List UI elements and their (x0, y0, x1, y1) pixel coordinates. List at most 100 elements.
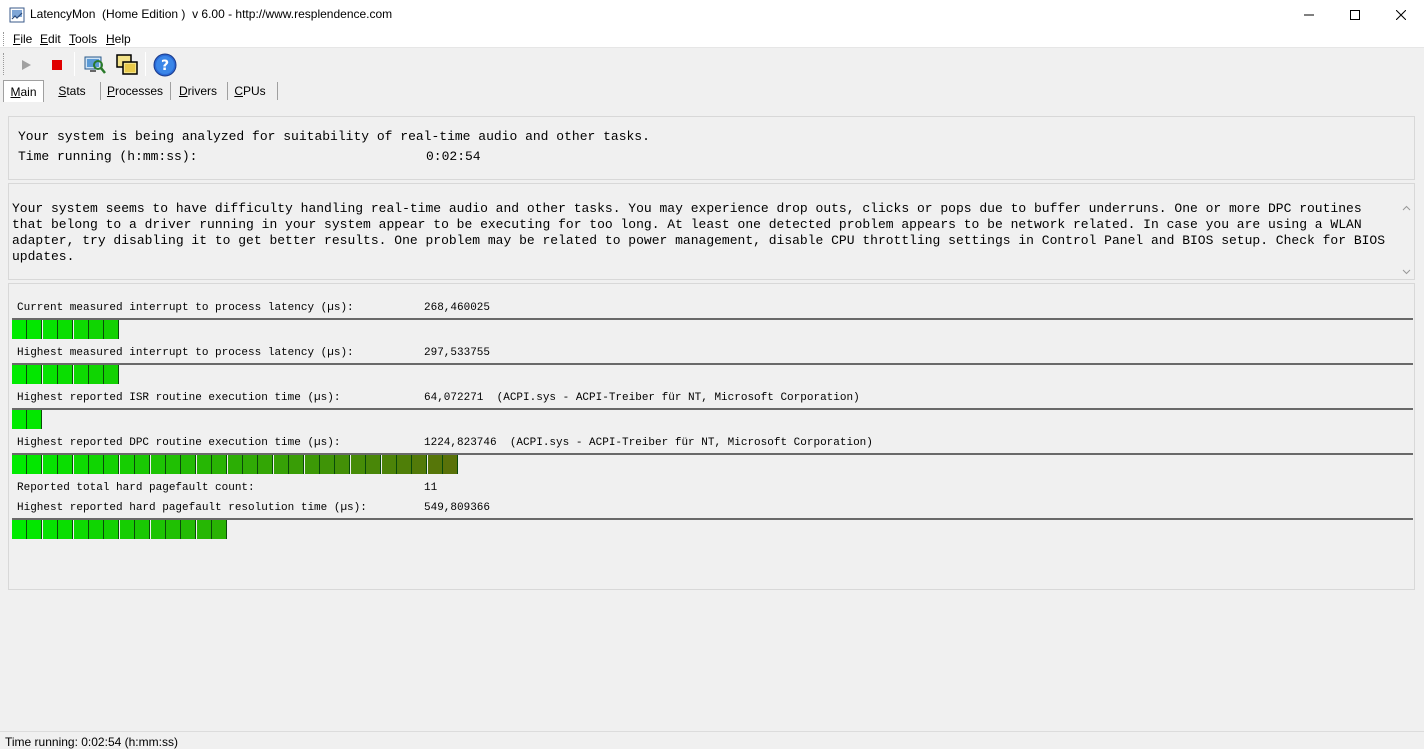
bar-segment (89, 320, 104, 339)
bar-segment (27, 410, 43, 429)
bar-segment (412, 455, 428, 474)
scroll-up-icon[interactable] (1402, 204, 1411, 213)
minimize-icon (1304, 14, 1314, 15)
metric-label: Highest reported hard pagefault resoluti… (17, 502, 367, 514)
latency-bar (12, 453, 1413, 474)
help-icon: ? (153, 53, 177, 77)
status-bar-text: Time running: 0:02:54 (h:mm:ss) (5, 735, 178, 749)
maximize-icon (1350, 9, 1360, 20)
verdict-panel: Your system seems to have difficulty han… (8, 183, 1415, 280)
menu-help[interactable]: Help (106, 32, 131, 46)
close-icon (1396, 9, 1406, 20)
bar-segment (104, 320, 120, 339)
verdict-text: Your system seems to have difficulty han… (12, 201, 1386, 264)
toolbar: ? (0, 49, 1424, 79)
status-bar: Time running: 0:02:54 (h:mm:ss) (0, 731, 1424, 749)
bar-segment (104, 520, 120, 539)
bar-segment (73, 520, 89, 539)
start-button[interactable] (13, 52, 39, 78)
scroll-down-icon[interactable] (1402, 267, 1411, 276)
windows-icon (116, 54, 138, 75)
bar-segment (73, 455, 89, 474)
bar-segment (335, 455, 351, 474)
bar-segment (304, 455, 320, 474)
metric-label: Highest reported ISR routine execution t… (17, 392, 341, 404)
bar-segment (73, 365, 89, 384)
bar-segment (212, 520, 228, 539)
bar-segment (320, 455, 335, 474)
bar-segment (273, 455, 289, 474)
stop-button[interactable] (44, 52, 70, 78)
metric-label: Highest measured interrupt to process la… (17, 347, 354, 359)
analyze-button[interactable] (81, 52, 107, 78)
analyze-icon (84, 56, 106, 74)
tab-bar: Main Stats Processes Drivers CPUs (0, 80, 1424, 102)
metric-value: 549,809366 (424, 502, 491, 514)
tab-cpus[interactable]: CPUs (230, 80, 270, 101)
metric-value: 1224,823746 (ACPI.sys - ACPI-Treiber für… (424, 437, 873, 449)
bar-segment (58, 365, 74, 384)
bar-segment (42, 365, 58, 384)
bar-segment (89, 365, 104, 384)
metric-label: Reported total hard pagefault count: (17, 482, 255, 494)
bar-segment (196, 455, 212, 474)
bar-segment (58, 455, 74, 474)
tab-separator (227, 82, 228, 100)
svg-text:?: ? (161, 58, 169, 74)
close-button[interactable] (1378, 0, 1424, 29)
bar-segment (166, 520, 181, 539)
bar-segment (150, 455, 166, 474)
metric-value: 297,533755 (424, 347, 491, 359)
bar-segment (42, 455, 58, 474)
bar-segment (181, 455, 197, 474)
latency-bar (12, 318, 1413, 339)
latency-bar (12, 518, 1413, 539)
bar-segment (397, 455, 412, 474)
bar-segment (12, 455, 27, 474)
app-icon (9, 7, 25, 23)
title-bar: LatencyMon (Home Edition ) v 6.00 - http… (0, 0, 1424, 29)
bar-segment (119, 520, 135, 539)
bar-segment (135, 520, 151, 539)
bar-fill (12, 410, 43, 429)
bar-fill (12, 320, 120, 339)
latency-bar (12, 363, 1413, 384)
metric-value: 268,460025 (424, 302, 491, 314)
menu-edit[interactable]: Edit (40, 32, 61, 46)
time-running-label: Time running (h:mm:ss): (18, 149, 198, 164)
bar-segment (27, 455, 43, 474)
bar-segment (443, 455, 459, 474)
bar-segment (196, 520, 212, 539)
bar-segment (42, 320, 58, 339)
menu-grip (3, 32, 5, 46)
minimize-button[interactable] (1286, 0, 1332, 29)
bar-fill (12, 365, 120, 384)
tab-main[interactable]: Main (3, 80, 44, 102)
menu-tools[interactable]: Tools (69, 32, 97, 46)
metrics-panel: Current measured interrupt to process la… (8, 283, 1415, 590)
maximize-button[interactable] (1332, 0, 1378, 29)
bar-segment (119, 455, 135, 474)
toolbar-separator (145, 52, 146, 76)
analysis-status-panel: Your system is being analyzed for suitab… (8, 116, 1415, 180)
tab-stats[interactable]: Stats (50, 80, 94, 101)
bar-segment (73, 320, 89, 339)
tab-drivers[interactable]: Drivers (173, 80, 223, 101)
bar-segment (104, 365, 120, 384)
windows-button[interactable] (114, 52, 140, 78)
bar-segment (289, 455, 305, 474)
metric-label: Current measured interrupt to process la… (17, 302, 354, 314)
tab-processes[interactable]: Processes (103, 80, 167, 101)
bar-segment (258, 455, 274, 474)
tab-separator (100, 82, 101, 100)
bar-segment (381, 455, 397, 474)
bar-segment (12, 320, 27, 339)
help-button[interactable]: ? (152, 52, 178, 78)
bar-segment (42, 520, 58, 539)
time-running-value: 0:02:54 (426, 149, 481, 164)
menu-file[interactable]: File (13, 32, 32, 46)
bar-segment (350, 455, 366, 474)
bar-segment (12, 365, 27, 384)
tab-separator (170, 82, 171, 100)
bar-segment (104, 455, 120, 474)
